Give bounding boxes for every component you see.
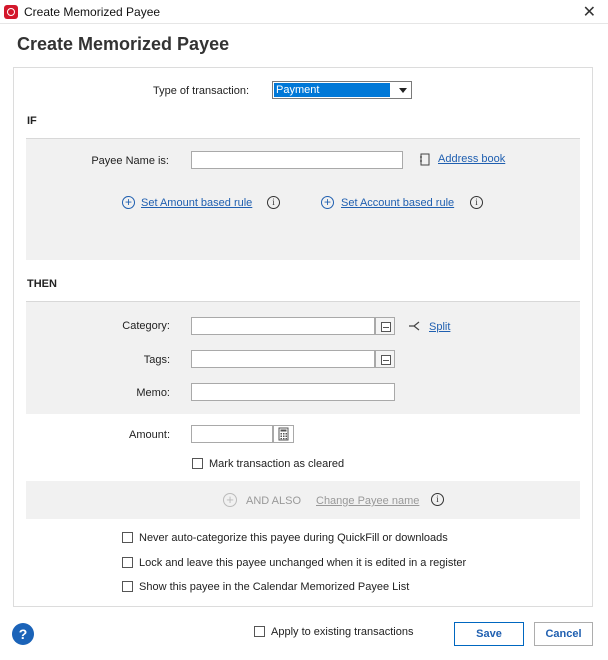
add-action-icon: + bbox=[223, 493, 237, 507]
tags-label: Tags: bbox=[143, 354, 170, 366]
memo-input[interactable] bbox=[191, 383, 395, 401]
cancel-button[interactable]: Cancel bbox=[534, 622, 593, 646]
quicken-logo-icon bbox=[4, 5, 18, 19]
transaction-type-label: Type of transaction: bbox=[153, 85, 249, 97]
show-in-calendar-checkbox[interactable] bbox=[122, 581, 133, 592]
chevron-down-icon bbox=[399, 88, 407, 93]
info-icon[interactable]: i bbox=[267, 196, 280, 209]
close-icon[interactable]: ✕ bbox=[583, 2, 596, 22]
info-icon[interactable]: i bbox=[470, 196, 483, 209]
tags-list-button[interactable] bbox=[375, 350, 395, 368]
split-icon[interactable] bbox=[408, 320, 422, 332]
never-auto-categorize-label: Never auto-categorize this payee during … bbox=[139, 532, 448, 544]
lock-payee-label: Lock and leave this payee unchanged when… bbox=[139, 557, 467, 569]
calculator-icon bbox=[278, 427, 289, 441]
if-section-title: IF bbox=[27, 115, 37, 127]
category-label: Category: bbox=[122, 320, 170, 332]
tags-input[interactable] bbox=[191, 350, 375, 368]
add-account-rule-icon[interactable]: + bbox=[321, 196, 334, 209]
and-also-label: AND ALSO bbox=[246, 495, 302, 507]
then-section-title: THEN bbox=[27, 278, 57, 290]
title-bar: Create Memorized Payee ✕ bbox=[0, 0, 608, 24]
change-payee-name-link[interactable]: Change Payee name bbox=[316, 495, 419, 507]
apply-existing-checkbox[interactable] bbox=[254, 626, 265, 637]
memo-label: Memo: bbox=[136, 387, 170, 399]
payee-name-input[interactable] bbox=[191, 151, 403, 169]
set-account-rule-link[interactable]: Set Account based rule bbox=[341, 197, 454, 209]
add-amount-rule-icon[interactable]: + bbox=[122, 196, 135, 209]
category-input[interactable] bbox=[191, 317, 375, 335]
save-button[interactable]: Save bbox=[454, 622, 524, 646]
address-book-link[interactable]: Address book bbox=[438, 153, 505, 165]
amount-input[interactable] bbox=[191, 425, 273, 443]
info-icon[interactable]: i bbox=[431, 493, 444, 506]
mark-cleared-checkbox[interactable] bbox=[192, 458, 203, 469]
page-title: Create Memorized Payee bbox=[17, 34, 230, 54]
apply-existing-label: Apply to existing transactions bbox=[271, 626, 414, 638]
transaction-type-select[interactable]: Payment bbox=[272, 81, 412, 99]
amount-label: Amount: bbox=[129, 429, 170, 441]
help-button[interactable]: ? bbox=[12, 623, 34, 645]
category-list-button[interactable] bbox=[375, 317, 395, 335]
payee-name-label: Payee Name is: bbox=[91, 155, 169, 167]
show-in-calendar-label: Show this payee in the Calendar Memorize… bbox=[139, 581, 410, 593]
address-book-icon[interactable] bbox=[419, 153, 431, 166]
transaction-type-value: Payment bbox=[274, 83, 390, 97]
set-amount-rule-link[interactable]: Set Amount based rule bbox=[141, 197, 252, 209]
and-also-bar bbox=[26, 481, 580, 519]
split-link[interactable]: Split bbox=[429, 321, 450, 333]
memorized-payee-form: Type of transaction: Payment IF Payee Na… bbox=[13, 67, 593, 607]
calculator-button[interactable] bbox=[273, 425, 294, 443]
window-title: Create Memorized Payee bbox=[24, 5, 161, 19]
mark-cleared-label: Mark transaction as cleared bbox=[209, 458, 345, 470]
never-auto-categorize-checkbox[interactable] bbox=[122, 532, 133, 543]
lock-payee-checkbox[interactable] bbox=[122, 557, 133, 568]
